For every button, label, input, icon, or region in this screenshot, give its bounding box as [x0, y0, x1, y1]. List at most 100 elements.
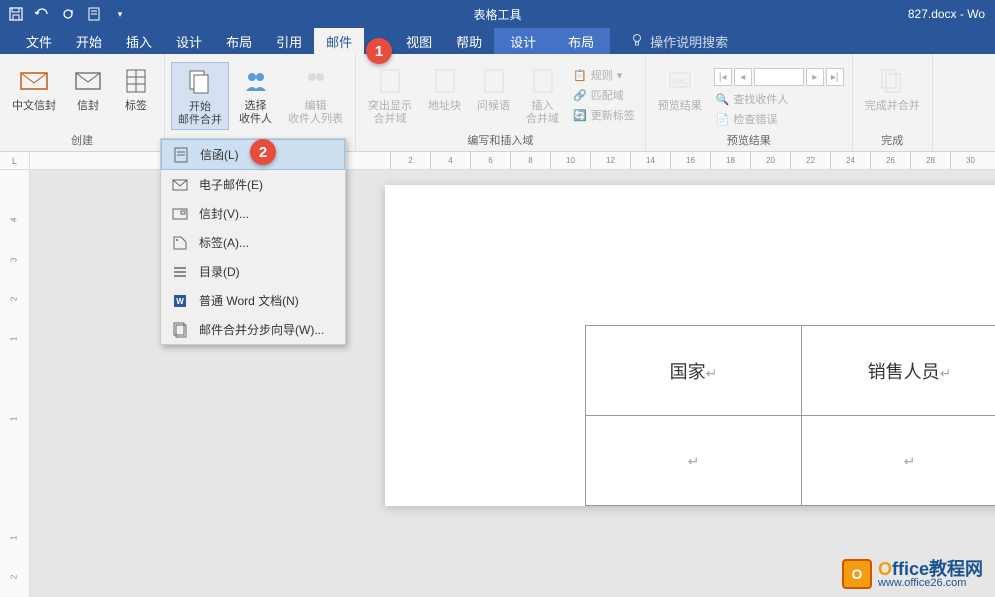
group-label-finish: 完成 [881, 129, 903, 151]
undo-icon[interactable] [34, 6, 50, 22]
ribbon: 中文信封 信封 标签 创建 开始 邮件合并 选择 收件人 编辑 收件人列表 开始… [0, 54, 995, 152]
select-recipients-button[interactable]: 选择 收件人 [233, 62, 278, 128]
first-record-button: |◂ [714, 68, 732, 86]
check-icon: 📄 [716, 113, 730, 126]
labels-button[interactable]: 标签 [114, 62, 158, 115]
ribbon-group-finish: 完成并合并 完成 [853, 54, 933, 151]
doc-icon[interactable] [86, 6, 102, 22]
ribbon-tabs: 文件 开始 插入 设计 布局 引用 邮件 视图 帮助 设计 布局 操作说明搜索 [0, 28, 995, 54]
find-recipient-button: 🔍查找收件人 [712, 90, 846, 108]
insert-field-button: 插入 合并域 [520, 62, 565, 128]
update-label: 更新标签 [591, 107, 635, 123]
menu-wizard[interactable]: 邮件合并分步向导(W)... [161, 315, 345, 344]
letter-icon [172, 147, 190, 163]
tab-table-layout[interactable]: 布局 [552, 28, 610, 54]
watermark-url: www.office26.com [878, 578, 983, 589]
ribbon-group-start: 开始 邮件合并 选择 收件人 编辑 收件人列表 开始邮件合并 [165, 54, 356, 151]
menu-email-label: 电子邮件(E) [199, 176, 263, 193]
insert-field-label: 插入 合并域 [526, 100, 559, 126]
tab-layout[interactable]: 布局 [214, 28, 264, 54]
prev-record-button: ◂ [734, 68, 752, 86]
update-icon: 🔄 [573, 109, 587, 122]
greeting-button: 问候语 [471, 62, 516, 115]
table-row[interactable]: ↵ ↵ [586, 416, 995, 506]
start-merge-dropdown: 信函(L) 电子邮件(E) 信封(V)... 标签(A)... 目录(D) W普… [160, 138, 346, 345]
save-icon[interactable] [8, 6, 24, 22]
match-button: 🔗 匹配域 [569, 86, 639, 104]
record-nav: |◂ ◂ ▸ ▸| [712, 66, 846, 88]
qat-customize-icon[interactable]: ▾ [112, 6, 128, 22]
select-recipients-label: 选择 收件人 [239, 100, 272, 126]
match-label: 匹配域 [591, 87, 624, 103]
tab-mailings[interactable]: 邮件 [314, 28, 364, 54]
badge-1: 1 [366, 38, 392, 64]
preview-label: 预览结果 [658, 100, 702, 113]
menu-directory[interactable]: 目录(D) [161, 257, 345, 286]
tab-view[interactable]: 视图 [394, 28, 444, 54]
redo-icon[interactable] [60, 6, 76, 22]
finish-merge-button: 完成并合并 [859, 62, 926, 115]
watermark: O Office教程网 www.office26.com [842, 559, 983, 589]
menu-envelopes-label: 信封(V)... [199, 205, 249, 222]
menu-labels-label: 标签(A)... [199, 234, 249, 251]
label-menu-icon [171, 235, 189, 251]
envelope-menu-icon [171, 206, 189, 222]
quick-access-toolbar: ▾ [0, 6, 136, 22]
tab-table-design[interactable]: 设计 [494, 28, 552, 54]
edit-list-label: 编辑 收件人列表 [288, 100, 343, 126]
edit-list-button: 编辑 收件人列表 [282, 62, 349, 128]
lightbulb-icon [630, 33, 644, 50]
group-label-preview: 预览结果 [727, 129, 771, 151]
menu-envelopes[interactable]: 信封(V)... [161, 199, 345, 228]
watermark-title: Office教程网 [878, 560, 983, 578]
menu-wizard-label: 邮件合并分步向导(W)... [199, 321, 324, 338]
address-label: 地址块 [428, 100, 461, 113]
tab-references[interactable]: 引用 [264, 28, 314, 54]
match-icon: 🔗 [573, 89, 587, 102]
rules-label: 规则 [591, 67, 613, 83]
table-cell[interactable]: 销售人员↵ [802, 326, 995, 416]
cell-text: 销售人员 [868, 362, 940, 382]
para-mark-icon: ↵ [904, 453, 916, 469]
watermark-logo-icon: O [842, 559, 872, 589]
email-icon [171, 177, 189, 193]
rules-button: 📋规则 ▾ [569, 66, 639, 84]
find-label: 查找收件人 [733, 91, 788, 107]
envelope-button[interactable]: 信封 [66, 62, 110, 115]
menu-labels[interactable]: 标签(A)... [161, 228, 345, 257]
ribbon-group-create: 中文信封 信封 标签 创建 [0, 54, 165, 151]
preview-button: ABC预览结果 [652, 62, 708, 115]
context-tab-title: 表格工具 [473, 6, 521, 23]
group-label-write: 编写和插入域 [467, 129, 533, 151]
next-record-button: ▸ [806, 68, 824, 86]
vertical-ruler[interactable]: 4321112 [0, 170, 30, 597]
tab-insert[interactable]: 插入 [114, 28, 164, 54]
table-cell[interactable]: ↵ [802, 416, 995, 506]
greeting-label: 问候语 [477, 100, 510, 113]
tell-me-search[interactable]: 操作说明搜索 [630, 32, 728, 51]
document-name: 827.docx - Wo [908, 7, 985, 21]
menu-email[interactable]: 电子邮件(E) [161, 170, 345, 199]
tab-home[interactable]: 开始 [64, 28, 114, 54]
table-cell[interactable]: ↵ [586, 416, 802, 506]
cn-envelope-label: 中文信封 [12, 100, 56, 113]
document-table[interactable]: 国家↵ 销售人员↵ ↵ ↵ [585, 325, 995, 506]
envelope-label: 信封 [77, 100, 99, 113]
cn-envelope-button[interactable]: 中文信封 [6, 62, 62, 115]
tab-design[interactable]: 设计 [164, 28, 214, 54]
menu-normal-doc[interactable]: W普通 Word 文档(N) [161, 286, 345, 315]
table-cell[interactable]: 国家↵ [586, 326, 802, 416]
start-merge-button[interactable]: 开始 邮件合并 [171, 62, 229, 130]
ribbon-group-write: 突出显示 合并域 地址块 问候语 插入 合并域 📋规则 ▾ 🔗匹配域 🔄更新标签… [356, 54, 646, 151]
tab-file[interactable]: 文件 [14, 28, 64, 54]
titlebar: ▾ 表格工具 827.docx - Wo [0, 0, 995, 28]
cell-text: 国家 [670, 362, 706, 382]
tab-help[interactable]: 帮助 [444, 28, 494, 54]
ruler-corner[interactable]: L [0, 152, 30, 170]
para-mark-icon: ↵ [706, 365, 718, 381]
check-errors-button: 📄检查错误 [712, 110, 846, 128]
start-merge-label: 开始 邮件合并 [178, 101, 222, 127]
svg-text:W: W [176, 297, 184, 306]
document-page[interactable]: 国家↵ 销售人员↵ ↵ ↵ [385, 185, 995, 506]
table-row[interactable]: 国家↵ 销售人员↵ [586, 326, 995, 416]
